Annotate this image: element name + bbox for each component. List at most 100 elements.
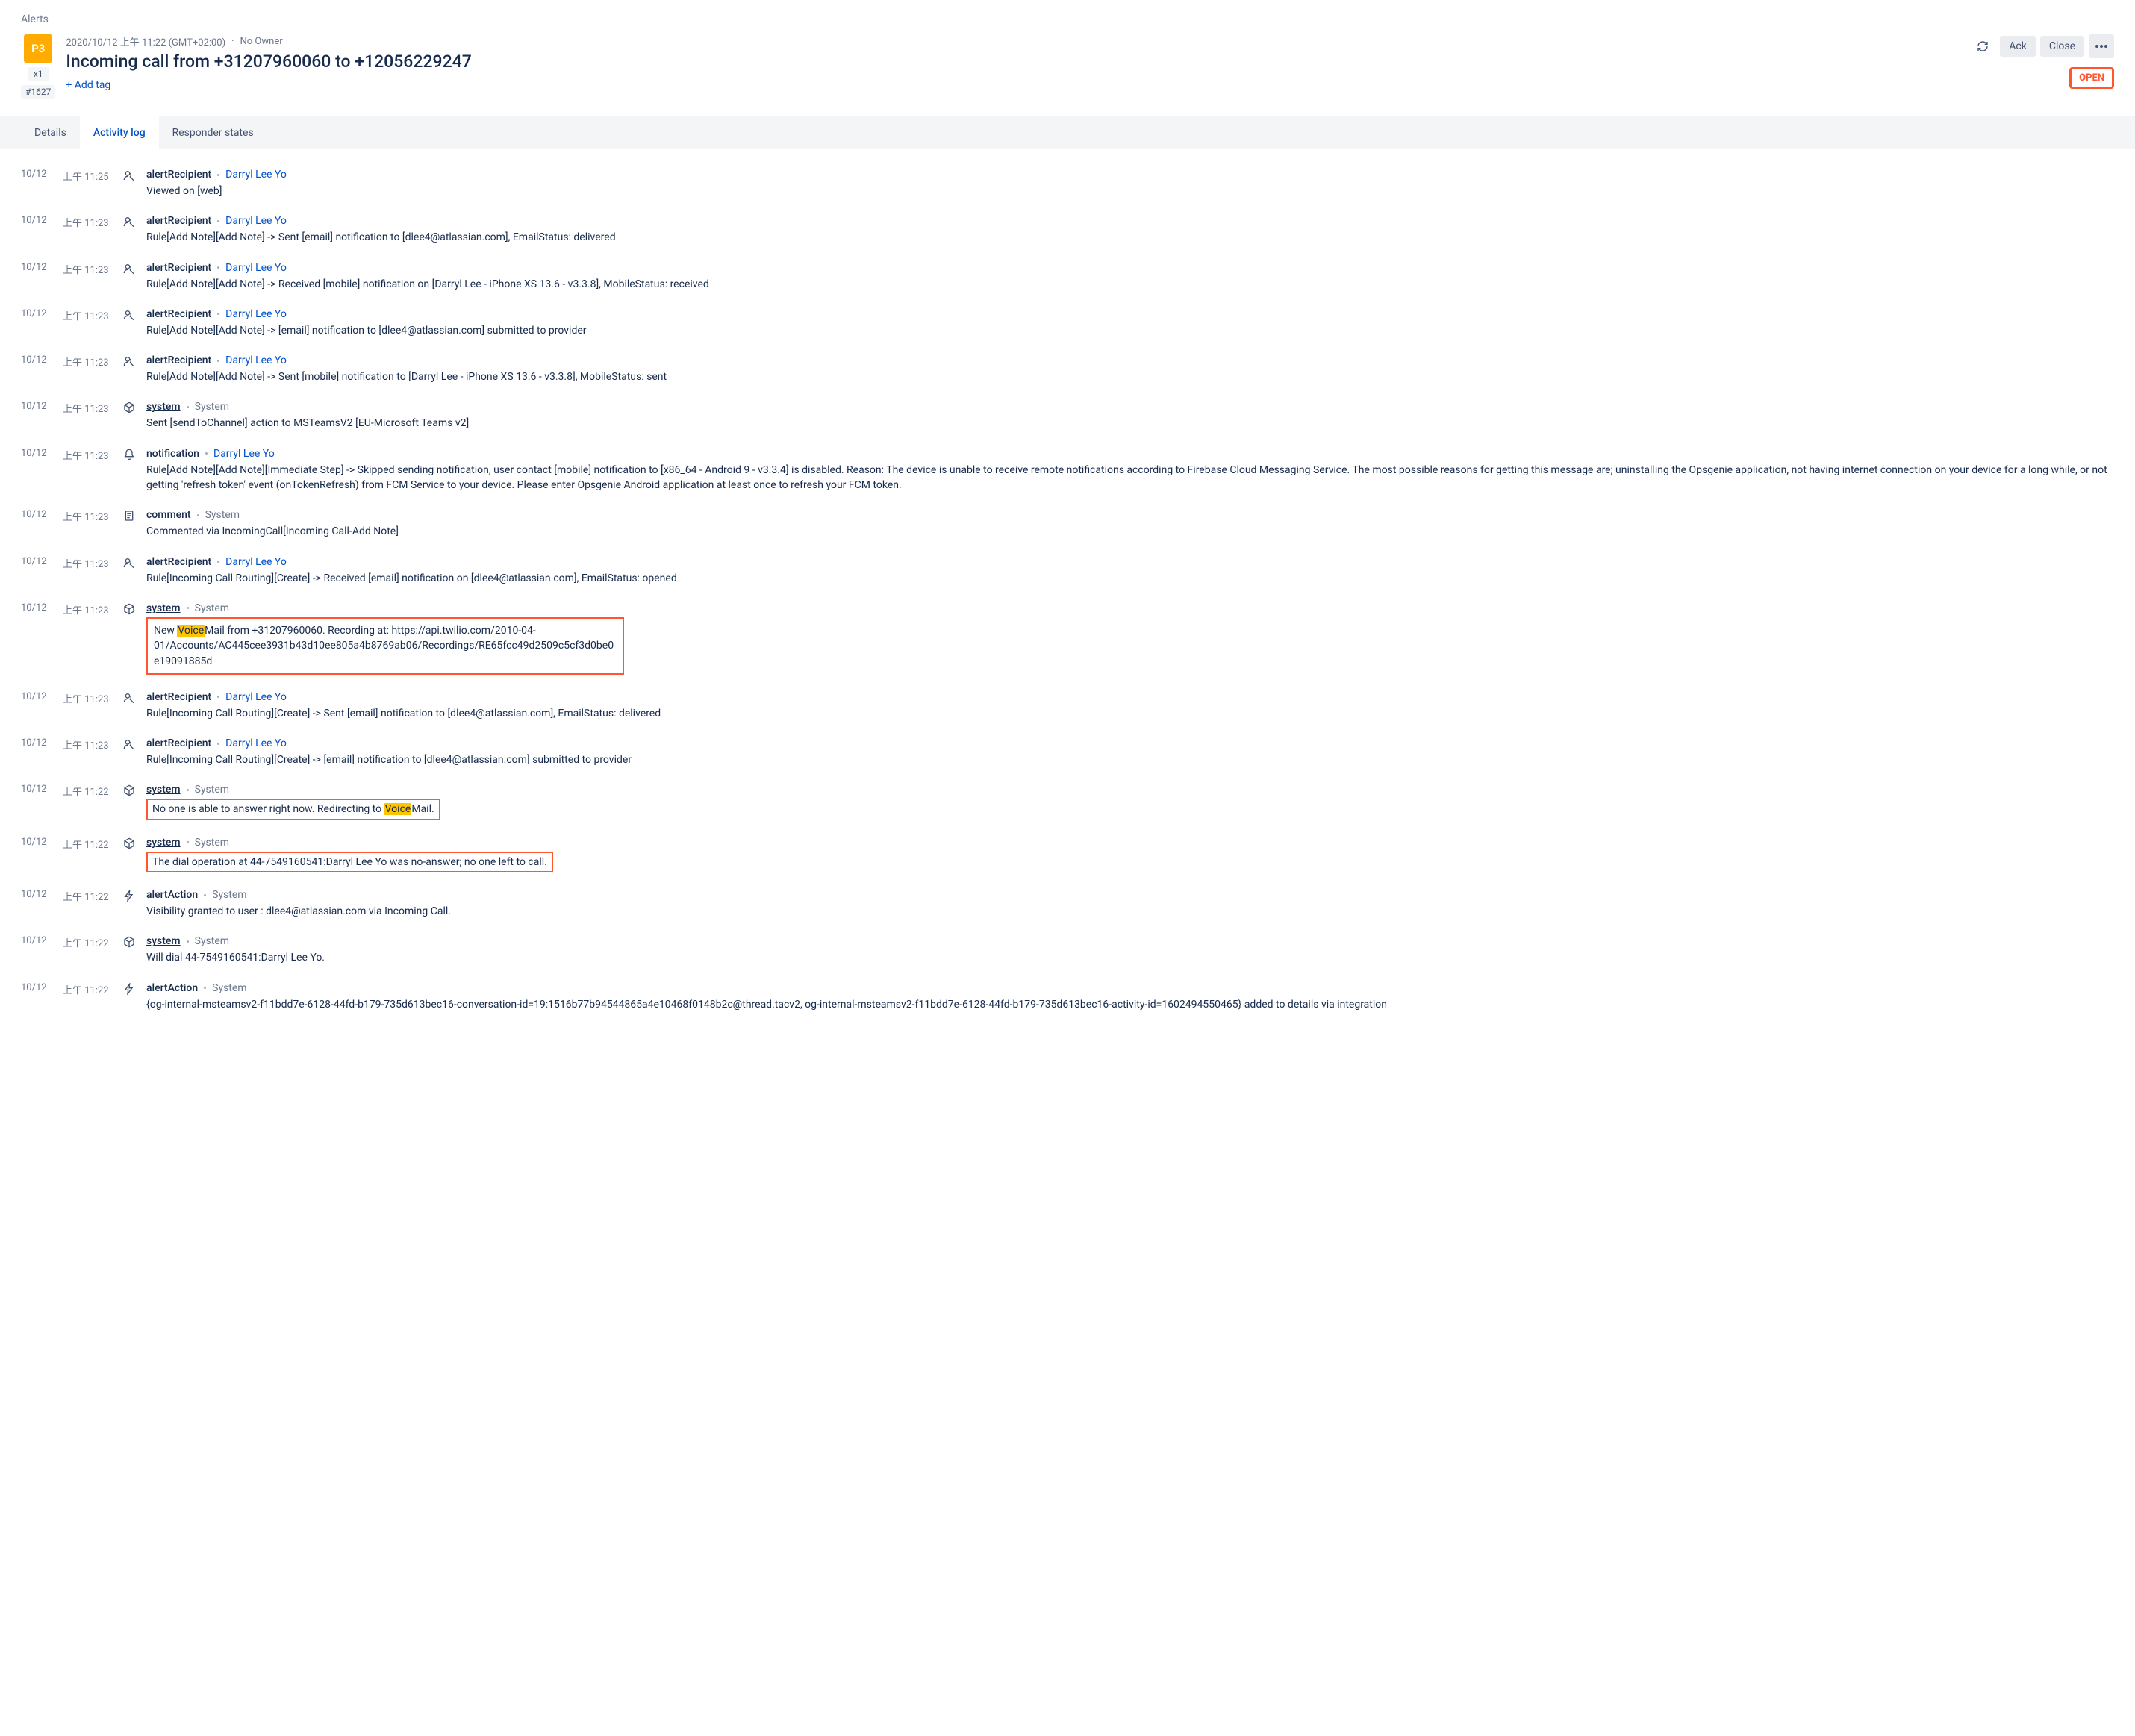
log-row: 10/12上午 11:25alertRecipientDarryl Lee Yo… bbox=[21, 163, 2114, 209]
log-time: 上午 11:22 bbox=[63, 982, 112, 1012]
log-type: comment bbox=[146, 509, 191, 521]
ack-button[interactable]: Ack bbox=[2000, 36, 2036, 57]
tabs: Details Activity log Responder states bbox=[0, 116, 2135, 149]
add-tag-button[interactable]: + Add tag bbox=[66, 79, 1960, 91]
alert-owner[interactable]: No Owner bbox=[240, 36, 283, 47]
log-type: alertAction bbox=[146, 982, 198, 994]
log-type: alertRecipient bbox=[146, 262, 211, 274]
tab-details[interactable]: Details bbox=[21, 116, 80, 149]
log-row: 10/12 上午 11:22 alertAction System Visibility… bbox=[21, 883, 2114, 929]
breadcrumb[interactable]: Alerts bbox=[21, 13, 2114, 25]
log-time: 上午 11:23 bbox=[63, 401, 112, 431]
log-description: Rule[Incoming Call Routing][Create] -> S… bbox=[146, 706, 2114, 721]
log-date: 10/12 bbox=[21, 982, 52, 1012]
log-date: 10/12 bbox=[21, 556, 52, 586]
log-description: Sent [sendToChannel] action to MSTeamsV2… bbox=[146, 416, 2114, 431]
user-remove-icon bbox=[122, 262, 136, 292]
log-actor[interactable]: Darryl Lee Yo bbox=[225, 262, 287, 274]
log-description: Visibility granted to user : dlee4@atlas… bbox=[146, 904, 2114, 919]
tab-responder-states[interactable]: Responder states bbox=[159, 116, 267, 149]
activity-log: 10/12上午 11:25alertRecipientDarryl Lee Yo… bbox=[21, 163, 2114, 1022]
log-row: 10/12上午 11:22alertActionSystem{og-intern… bbox=[21, 976, 2114, 1022]
log-time: 上午 11:22 bbox=[63, 889, 112, 919]
log-row: 10/12 上午 11:23 notification Darryl Lee Yo Ru… bbox=[21, 442, 2114, 504]
log-description: The dial operation at 44-7549160541:Darr… bbox=[146, 852, 2114, 872]
log-actor[interactable]: Darryl Lee Yo bbox=[225, 169, 287, 181]
log-actor: System bbox=[205, 509, 240, 521]
log-type: alertRecipient bbox=[146, 355, 211, 366]
close-button[interactable]: Close bbox=[2040, 36, 2084, 57]
log-actor: System bbox=[195, 602, 229, 614]
log-type: system bbox=[146, 401, 181, 413]
log-row: 10/12上午 11:23alertRecipientDarryl Lee Yo… bbox=[21, 685, 2114, 731]
log-actor[interactable]: Darryl Lee Yo bbox=[225, 556, 287, 568]
log-actor[interactable]: Darryl Lee Yo bbox=[225, 355, 287, 366]
log-date: 10/12 bbox=[21, 935, 52, 965]
log-date: 10/12 bbox=[21, 401, 52, 431]
log-row: 10/12 上午 11:23 alertRecipient Darryl Lee Yo… bbox=[21, 209, 2114, 255]
log-row: 10/12上午 11:22systemSystemWill dial 44-75… bbox=[21, 929, 2114, 975]
log-description: Rule[Add Note][Add Note] -> Sent [email]… bbox=[146, 230, 2114, 245]
log-date: 10/12 bbox=[21, 691, 52, 721]
log-row: 10/12上午 11:22systemSystemNo one is able … bbox=[21, 778, 2114, 830]
log-actor[interactable]: Darryl Lee Yo bbox=[225, 215, 287, 227]
log-actor: System bbox=[195, 401, 229, 413]
tab-activity-log[interactable]: Activity log bbox=[80, 116, 159, 149]
cube-icon bbox=[122, 401, 136, 431]
log-type: system bbox=[146, 602, 181, 614]
log-time: 上午 11:22 bbox=[63, 935, 112, 965]
cube-icon bbox=[122, 784, 136, 819]
log-type: system bbox=[146, 935, 181, 947]
log-actor: System bbox=[195, 784, 229, 796]
log-actor: System bbox=[212, 889, 246, 901]
log-description: Rule[Add Note][Add Note] -> Sent [mobile… bbox=[146, 369, 2114, 384]
user-remove-icon bbox=[122, 215, 136, 245]
log-description: No one is able to answer right now. Redi… bbox=[146, 799, 2114, 819]
alert-header: P3 x1 #1627 2020/10/12 上午 11:22 (GMT+02:… bbox=[21, 34, 2114, 99]
log-actor[interactable]: Darryl Lee Yo bbox=[225, 691, 287, 703]
log-time: 上午 11:23 bbox=[63, 737, 112, 767]
log-description: Rule[Add Note][Add Note][Immediate Step]… bbox=[146, 463, 2114, 493]
log-description: Rule[Incoming Call Routing][Create] -> [… bbox=[146, 752, 2114, 767]
log-time: 上午 11:23 bbox=[63, 602, 112, 675]
log-time: 上午 11:23 bbox=[63, 556, 112, 586]
user-remove-icon bbox=[122, 556, 136, 586]
log-time: 上午 11:23 bbox=[63, 308, 112, 338]
log-date: 10/12 bbox=[21, 889, 52, 919]
user-remove-icon bbox=[122, 737, 136, 767]
log-time: 上午 11:23 bbox=[63, 355, 112, 384]
log-type: system bbox=[146, 784, 181, 796]
refresh-icon[interactable] bbox=[1970, 34, 1995, 58]
priority-badge: P3 bbox=[24, 34, 52, 63]
user-remove-icon bbox=[122, 308, 136, 338]
log-time: 上午 11:23 bbox=[63, 215, 112, 245]
log-actor[interactable]: Darryl Lee Yo bbox=[214, 448, 275, 460]
log-row: 10/12上午 11:23commentSystemCommented via … bbox=[21, 503, 2114, 549]
cube-icon bbox=[122, 602, 136, 675]
more-icon[interactable] bbox=[2089, 34, 2114, 58]
log-type: notification bbox=[146, 448, 199, 460]
log-row: 10/12 上午 11:23 system System Sent [sendToCha… bbox=[21, 395, 2114, 441]
cube-icon bbox=[122, 837, 136, 872]
bell-icon bbox=[122, 448, 136, 493]
log-type: alertRecipient bbox=[146, 691, 211, 703]
log-row: 10/12上午 11:23alertRecipientDarryl Lee Yo… bbox=[21, 256, 2114, 302]
log-date: 10/12 bbox=[21, 448, 52, 493]
bolt-icon bbox=[122, 889, 136, 919]
log-date: 10/12 bbox=[21, 509, 52, 539]
user-remove-icon bbox=[122, 355, 136, 384]
log-time: 上午 11:22 bbox=[63, 837, 112, 872]
log-description: {og-internal-msteamsv2-f11bdd7e-6128-44f… bbox=[146, 997, 2114, 1012]
log-date: 10/12 bbox=[21, 169, 52, 199]
log-time: 上午 11:23 bbox=[63, 448, 112, 493]
log-actor[interactable]: Darryl Lee Yo bbox=[225, 737, 287, 749]
log-date: 10/12 bbox=[21, 602, 52, 675]
log-date: 10/12 bbox=[21, 837, 52, 872]
log-date: 10/12 bbox=[21, 355, 52, 384]
log-date: 10/12 bbox=[21, 215, 52, 245]
log-actor[interactable]: Darryl Lee Yo bbox=[225, 308, 287, 320]
log-date: 10/12 bbox=[21, 308, 52, 338]
log-time: 上午 11:23 bbox=[63, 262, 112, 292]
log-type: alertRecipient bbox=[146, 215, 211, 227]
log-type: alertAction bbox=[146, 889, 198, 901]
